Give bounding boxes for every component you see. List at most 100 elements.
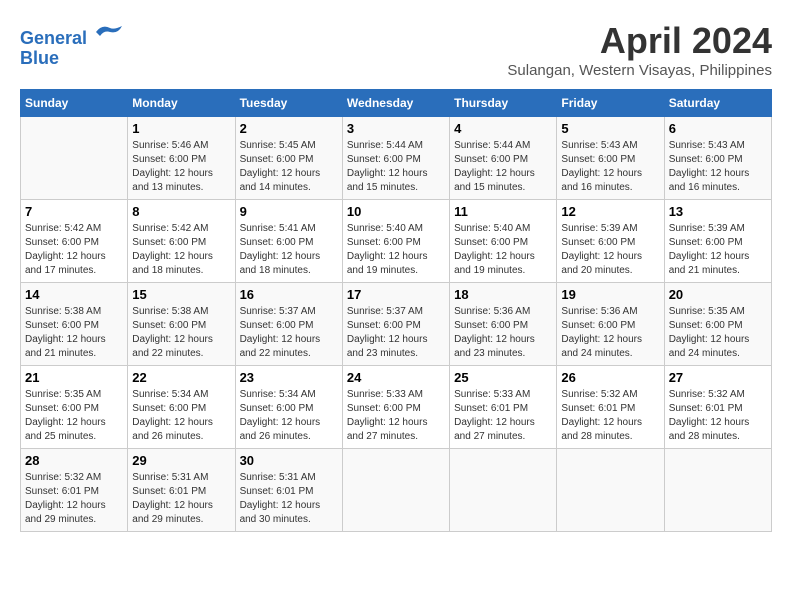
logo-text-blue: Blue — [20, 48, 59, 68]
calendar-cell: 14 Sunrise: 5:38 AM Sunset: 6:00 PM Dayli… — [21, 283, 128, 366]
day-info: Sunrise: 5:39 AM Sunset: 6:00 PM Dayligh… — [669, 222, 767, 278]
day-number: 18 — [454, 287, 552, 302]
calendar-cell — [342, 449, 449, 532]
day-info: Sunrise: 5:32 AM Sunset: 6:01 PM Dayligh… — [25, 471, 123, 527]
day-info: Sunrise: 5:44 AM Sunset: 6:00 PM Dayligh… — [454, 139, 552, 195]
calendar-cell: 2 Sunrise: 5:45 AM Sunset: 6:00 PM Daylig… — [235, 117, 342, 200]
day-info: Sunrise: 5:32 AM Sunset: 6:01 PM Dayligh… — [561, 388, 659, 444]
day-info: Sunrise: 5:40 AM Sunset: 6:00 PM Dayligh… — [347, 222, 445, 278]
day-info: Sunrise: 5:33 AM Sunset: 6:00 PM Dayligh… — [347, 388, 445, 444]
day-number: 5 — [561, 121, 659, 136]
day-number: 25 — [454, 370, 552, 385]
day-info: Sunrise: 5:38 AM Sunset: 6:00 PM Dayligh… — [25, 305, 123, 361]
calendar-cell: 6Sunrise: 5:43 AM Sunset: 6:00 PM Daylig… — [664, 117, 771, 200]
weekday-header: Wednesday — [342, 90, 449, 117]
calendar-week-row: 14 Sunrise: 5:38 AM Sunset: 6:00 PM Dayli… — [21, 283, 772, 366]
day-number: 1 — [132, 121, 230, 136]
calendar-cell: 23Sunrise: 5:34 AM Sunset: 6:00 PM Dayli… — [235, 366, 342, 449]
day-number: 7 — [25, 204, 123, 219]
logo-bird-icon — [94, 20, 124, 44]
calendar-cell: 20 Sunrise: 5:35 AM Sunset: 6:00 PM Dayli… — [664, 283, 771, 366]
calendar-cell — [21, 117, 128, 200]
calendar-cell: 27Sunrise: 5:32 AM Sunset: 6:01 PM Dayli… — [664, 366, 771, 449]
day-info: Sunrise: 5:36 AM Sunset: 6:00 PM Dayligh… — [454, 305, 552, 361]
day-info: Sunrise: 5:31 AM Sunset: 6:01 PM Dayligh… — [132, 471, 230, 527]
calendar-cell: 7 Sunrise: 5:42 AM Sunset: 6:00 PM Daylig… — [21, 200, 128, 283]
day-info: Sunrise: 5:33 AM Sunset: 6:01 PM Dayligh… — [454, 388, 552, 444]
calendar-cell: 12 Sunrise: 5:39 AM Sunset: 6:00 PM Dayli… — [557, 200, 664, 283]
calendar-cell: 18 Sunrise: 5:36 AM Sunset: 6:00 PM Dayli… — [450, 283, 557, 366]
page-header: General Blue April 2024 Sulangan, Wester… — [20, 20, 772, 79]
calendar-table: SundayMondayTuesdayWednesdayThursdayFrid… — [20, 89, 772, 532]
day-number: 22 — [132, 370, 230, 385]
day-info: Sunrise: 5:34 AM Sunset: 6:00 PM Dayligh… — [132, 388, 230, 444]
calendar-week-row: 1 Sunrise: 5:46 AM Sunset: 6:00 PM Daylig… — [21, 117, 772, 200]
calendar-cell: 9 Sunrise: 5:41 AM Sunset: 6:00 PM Daylig… — [235, 200, 342, 283]
weekday-header: Friday — [557, 90, 664, 117]
day-number: 29 — [132, 453, 230, 468]
calendar-cell: 22 Sunrise: 5:34 AM Sunset: 6:00 PM Dayli… — [128, 366, 235, 449]
day-info: Sunrise: 5:37 AM Sunset: 6:00 PM Dayligh… — [240, 305, 338, 361]
month-title: April 2024 — [507, 20, 772, 62]
day-number: 19 — [561, 287, 659, 302]
day-number: 20 — [669, 287, 767, 302]
day-info: Sunrise: 5:45 AM Sunset: 6:00 PM Dayligh… — [240, 139, 338, 195]
calendar-cell: 8 Sunrise: 5:42 AM Sunset: 6:00 PM Daylig… — [128, 200, 235, 283]
day-info: Sunrise: 5:38 AM Sunset: 6:00 PM Dayligh… — [132, 305, 230, 361]
day-number: 9 — [240, 204, 338, 219]
day-info: Sunrise: 5:31 AM Sunset: 6:01 PM Dayligh… — [240, 471, 338, 527]
weekday-header: Sunday — [21, 90, 128, 117]
day-info: Sunrise: 5:35 AM Sunset: 6:00 PM Dayligh… — [669, 305, 767, 361]
calendar-cell: 1 Sunrise: 5:46 AM Sunset: 6:00 PM Daylig… — [128, 117, 235, 200]
day-info: Sunrise: 5:44 AM Sunset: 6:00 PM Dayligh… — [347, 139, 445, 195]
day-info: Sunrise: 5:36 AM Sunset: 6:00 PM Dayligh… — [561, 305, 659, 361]
day-info: Sunrise: 5:41 AM Sunset: 6:00 PM Dayligh… — [240, 222, 338, 278]
day-number: 11 — [454, 204, 552, 219]
calendar-cell — [557, 449, 664, 532]
calendar-cell: 4 Sunrise: 5:44 AM Sunset: 6:00 PM Daylig… — [450, 117, 557, 200]
calendar-cell: 5 Sunrise: 5:43 AM Sunset: 6:00 PM Daylig… — [557, 117, 664, 200]
day-number: 4 — [454, 121, 552, 136]
calendar-body: 1 Sunrise: 5:46 AM Sunset: 6:00 PM Daylig… — [21, 117, 772, 532]
calendar-cell: 16 Sunrise: 5:37 AM Sunset: 6:00 PM Dayli… — [235, 283, 342, 366]
calendar-week-row: 21Sunrise: 5:35 AM Sunset: 6:00 PM Dayli… — [21, 366, 772, 449]
day-info: Sunrise: 5:42 AM Sunset: 6:00 PM Dayligh… — [25, 222, 123, 278]
calendar-cell: 28 Sunrise: 5:32 AM Sunset: 6:01 PM Dayli… — [21, 449, 128, 532]
weekday-header: Saturday — [664, 90, 771, 117]
day-number: 12 — [561, 204, 659, 219]
calendar-header: SundayMondayTuesdayWednesdayThursdayFrid… — [21, 90, 772, 117]
calendar-cell — [450, 449, 557, 532]
day-number: 16 — [240, 287, 338, 302]
calendar-week-row: 28 Sunrise: 5:32 AM Sunset: 6:01 PM Dayli… — [21, 449, 772, 532]
day-number: 3 — [347, 121, 445, 136]
day-info: Sunrise: 5:43 AM Sunset: 6:00 PM Dayligh… — [561, 139, 659, 195]
day-number: 2 — [240, 121, 338, 136]
day-number: 8 — [132, 204, 230, 219]
calendar-cell: 3 Sunrise: 5:44 AM Sunset: 6:00 PM Daylig… — [342, 117, 449, 200]
calendar-cell: 13 Sunrise: 5:39 AM Sunset: 6:00 PM Dayli… — [664, 200, 771, 283]
day-info: Sunrise: 5:42 AM Sunset: 6:00 PM Dayligh… — [132, 222, 230, 278]
day-info: Sunrise: 5:39 AM Sunset: 6:00 PM Dayligh… — [561, 222, 659, 278]
day-info: Sunrise: 5:37 AM Sunset: 6:00 PM Dayligh… — [347, 305, 445, 361]
title-section: April 2024 Sulangan, Western Visayas, Ph… — [507, 20, 772, 79]
calendar-cell: 11 Sunrise: 5:40 AM Sunset: 6:00 PM Dayli… — [450, 200, 557, 283]
logo: General Blue — [20, 20, 124, 69]
calendar-cell: 29 Sunrise: 5:31 AM Sunset: 6:01 PM Dayli… — [128, 449, 235, 532]
logo-text-general: General — [20, 28, 87, 48]
day-number: 13 — [669, 204, 767, 219]
location-text: Sulangan, Western Visayas, Philippines — [507, 62, 772, 79]
day-number: 27 — [669, 370, 767, 385]
day-number: 30 — [240, 453, 338, 468]
weekday-row: SundayMondayTuesdayWednesdayThursdayFrid… — [21, 90, 772, 117]
day-number: 15 — [132, 287, 230, 302]
calendar-cell: 17Sunrise: 5:37 AM Sunset: 6:00 PM Dayli… — [342, 283, 449, 366]
day-number: 14 — [25, 287, 123, 302]
weekday-header: Monday — [128, 90, 235, 117]
day-number: 24 — [347, 370, 445, 385]
calendar-cell: 24 Sunrise: 5:33 AM Sunset: 6:00 PM Dayli… — [342, 366, 449, 449]
day-number: 28 — [25, 453, 123, 468]
day-info: Sunrise: 5:46 AM Sunset: 6:00 PM Dayligh… — [132, 139, 230, 195]
day-info: Sunrise: 5:40 AM Sunset: 6:00 PM Dayligh… — [454, 222, 552, 278]
calendar-cell: 25 Sunrise: 5:33 AM Sunset: 6:01 PM Dayli… — [450, 366, 557, 449]
day-info: Sunrise: 5:34 AM Sunset: 6:00 PM Dayligh… — [240, 388, 338, 444]
